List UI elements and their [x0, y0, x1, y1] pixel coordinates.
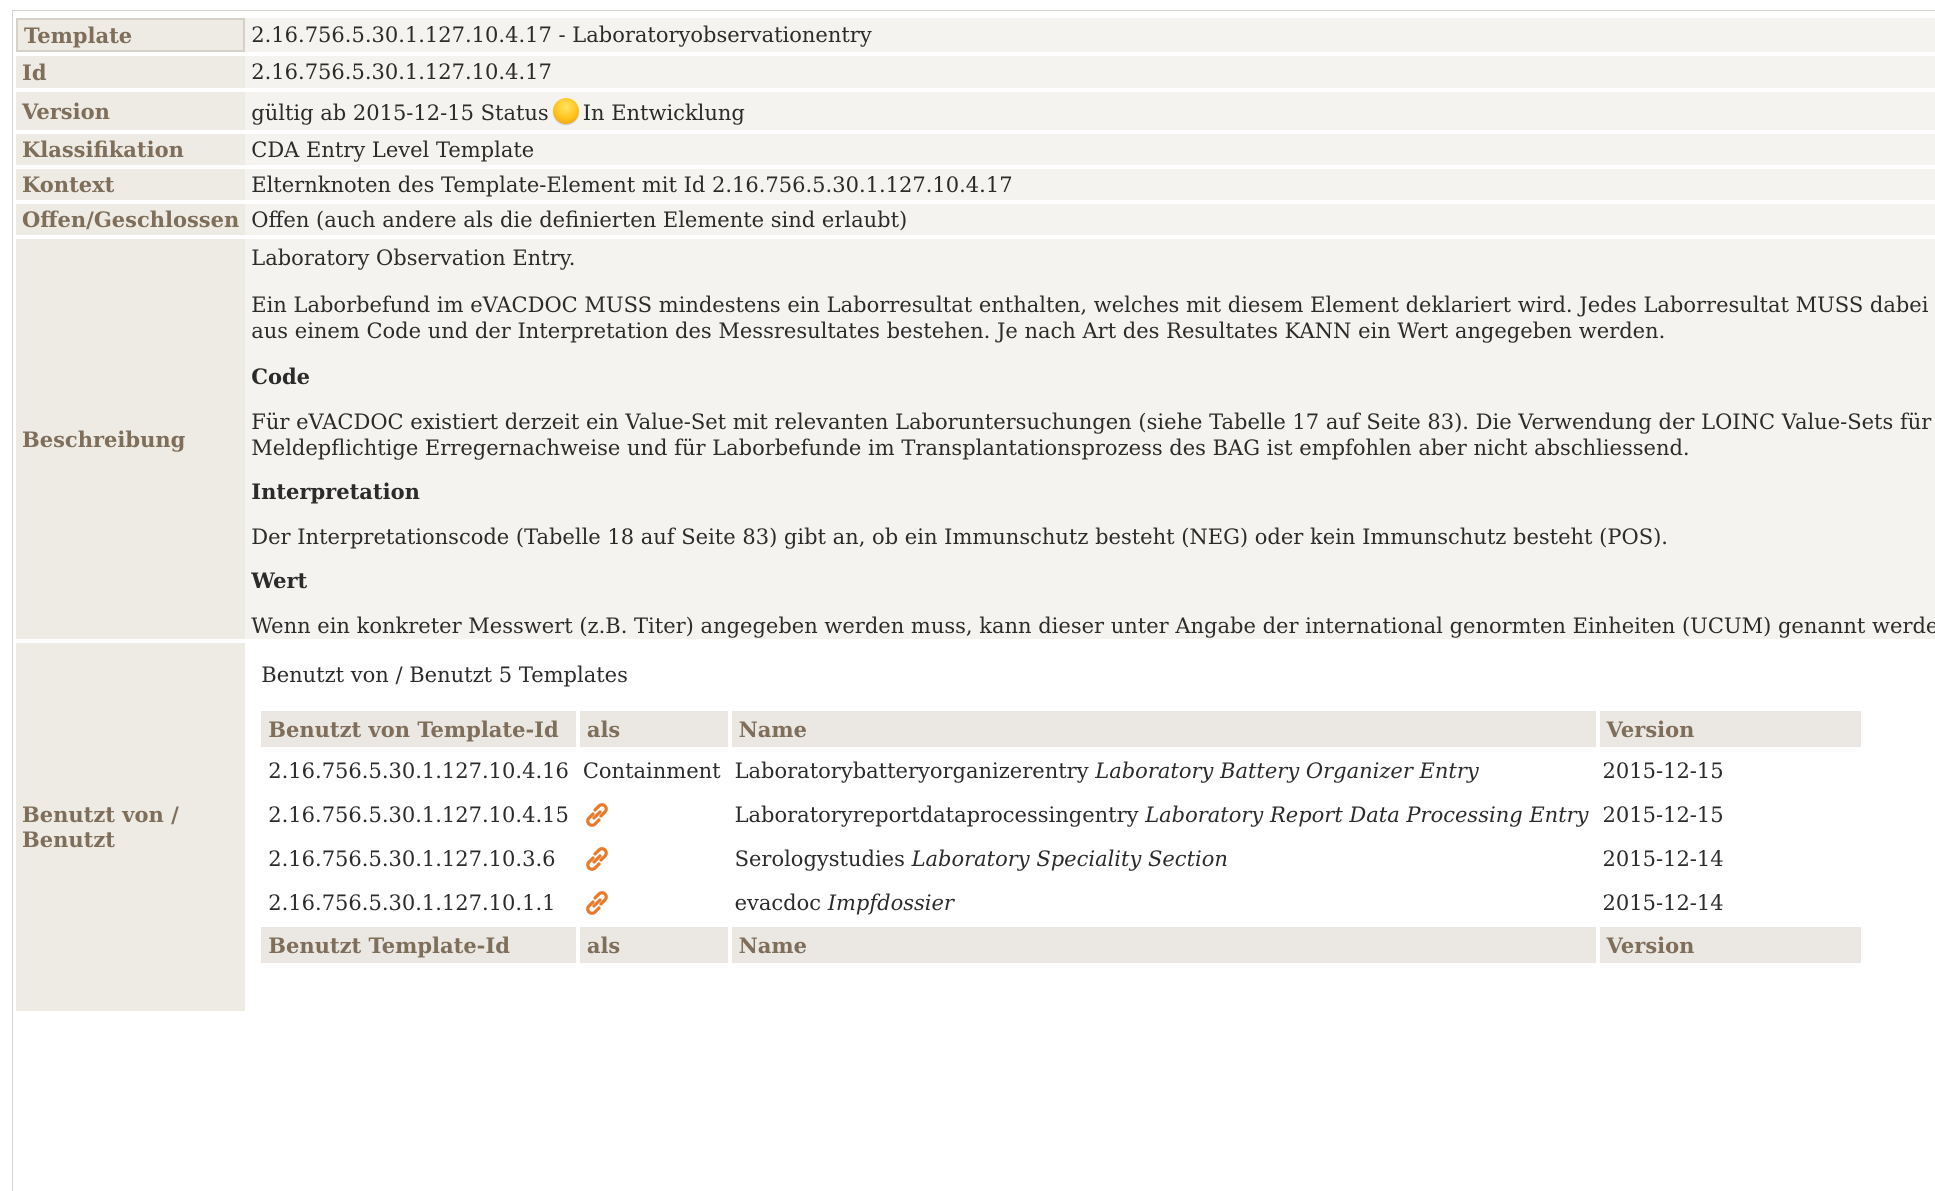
row-als[interactable]	[576, 883, 728, 923]
desc-interpretation: Der Interpretationscode (Tabelle 18 auf …	[251, 525, 1668, 549]
label-klassifikation: Klassifikation	[16, 134, 246, 165]
label-offen-geschlossen: Offen/Geschlossen	[16, 204, 246, 235]
label-id: Id	[16, 56, 246, 88]
header-version: Version	[1595, 927, 1862, 963]
value-version: gültig ab 2015-12-15 Status In Entwicklun…	[245, 92, 1935, 130]
row-name[interactable]: Laboratoryreportdataprocessingentry Labo…	[728, 795, 1596, 835]
usage-table: Benutzt von Template-Id als Name Version…	[261, 707, 1862, 967]
name-italic: Laboratory Report Data Processing Entry	[1145, 803, 1589, 827]
row-version: Version gültig ab 2015-12-15 Status In En…	[16, 92, 1935, 130]
row-version: 2015-12-14	[1602, 847, 1724, 871]
desc-paragraph: Ein Laborbefund im eVACDOC MUSS mindeste…	[251, 293, 1929, 343]
link-icon[interactable]	[583, 889, 611, 917]
value-offen-geschlossen: Offen (auch andere als die definierten E…	[245, 204, 1935, 235]
row-template-id: 2.16.756.5.30.1.127.10.4.16	[268, 759, 569, 783]
row-beschreibung: Beschreibung Laboratory Observation Entr…	[16, 239, 1935, 639]
header-als: als	[575, 927, 728, 963]
heading-code: Code	[251, 364, 311, 389]
row-template-id: 2.16.756.5.30.1.127.10.3.6	[268, 847, 556, 871]
row-template-id: 2.16.756.5.30.1.127.10.4.15	[268, 803, 569, 827]
table-row[interactable]: 2.16.756.5.30.1.127.10.4.15 Laboratoryre…	[261, 795, 1861, 835]
label-kontext: Kontext	[16, 169, 246, 200]
value-benutzt: Benutzt von / Benutzt 5 Templates Benutz…	[245, 643, 1935, 1011]
label-version: Version	[16, 92, 246, 130]
usage-header-uses: Benutzt Template-Id als Name Version	[261, 927, 1862, 963]
table-row[interactable]: 2.16.756.5.30.1.127.10.4.16 Containment …	[261, 751, 1861, 791]
name-text: Serologystudies	[734, 847, 905, 871]
row-offen: Offen/Geschlossen Offen (auch andere als…	[16, 204, 1935, 235]
row-klassifikation: Klassifikation CDA Entry Level Template	[16, 134, 1935, 165]
value-template: 2.16.756.5.30.1.127.10.4.17 - Laboratory…	[245, 18, 1935, 52]
table-row[interactable]: 2.16.756.5.30.1.127.10.3.6 Serologystudi…	[261, 839, 1861, 879]
row-version: 2015-12-15	[1602, 759, 1724, 783]
name-italic: Laboratory Speciality Section	[911, 847, 1228, 871]
template-details-table: Template 2.16.756.5.30.1.127.10.4.17 - L…	[16, 14, 1935, 1015]
row-als[interactable]	[576, 795, 728, 835]
header-als: als	[575, 711, 728, 747]
desc-intro: Laboratory Observation Entry.	[251, 246, 576, 270]
heading-wert: Wert	[251, 568, 308, 593]
label-beschreibung: Beschreibung	[16, 239, 246, 639]
row-name[interactable]: Laboratorybatteryorganizerentry Laborato…	[728, 751, 1596, 791]
name-text: evacdoc	[734, 891, 822, 915]
desc-code: Für eVACDOC existiert derzeit ein Value-…	[251, 410, 1932, 460]
header-name: Name	[727, 711, 1596, 747]
usage-header-used-by: Benutzt von Template-Id als Name Version	[261, 711, 1862, 747]
usage-title: Benutzt von / Benutzt 5 Templates	[261, 663, 628, 687]
table-row[interactable]: 2.16.756.5.30.1.127.10.1.1 evacdoc Impfd…	[261, 883, 1861, 923]
value-beschreibung: Laboratory Observation Entry. Ein Laborb…	[245, 239, 1935, 639]
link-icon[interactable]	[583, 801, 611, 829]
row-als: Containment	[582, 759, 721, 783]
value-kontext: Elternknoten des Template-Element mit Id…	[245, 169, 1935, 200]
name-italic: Laboratory Battery Organizer Entry	[1095, 759, 1479, 783]
value-id: 2.16.756.5.30.1.127.10.4.17	[245, 56, 1935, 88]
row-version: 2015-12-14	[1602, 891, 1724, 915]
heading-interpretation: Interpretation	[251, 479, 420, 504]
status-circle-icon	[552, 97, 579, 124]
row-name[interactable]: Serologystudies Laboratory Speciality Se…	[728, 839, 1596, 879]
label-template: Template	[16, 18, 246, 52]
row-version: 2015-12-15	[1602, 803, 1724, 827]
name-text: Laboratorybatteryorganizerentry	[734, 759, 1089, 783]
row-id: Id 2.16.756.5.30.1.127.10.4.17	[16, 56, 1935, 88]
version-prefix: gültig ab 2015-12-15 Status	[251, 100, 549, 125]
row-als[interactable]	[576, 839, 728, 879]
row-name[interactable]: evacdoc Impfdossier	[728, 883, 1596, 923]
row-template-id: 2.16.756.5.30.1.127.10.1.1	[268, 891, 556, 915]
name-italic: Impfdossier	[827, 891, 954, 915]
row-kontext: Kontext Elternknoten des Template-Elemen…	[16, 169, 1935, 200]
status-text: In Entwicklung	[582, 100, 745, 125]
row-benutzt: Benutzt von / Benutzt Benutzt von / Benu…	[16, 643, 1935, 1011]
name-text: Laboratoryreportdataprocessingentry	[734, 803, 1139, 827]
header-name: Name	[727, 927, 1596, 963]
header-template-id: Benutzt von Template-Id	[261, 711, 576, 747]
desc-wert: Wenn ein konkreter Messwert (z.B. Titer)…	[251, 614, 1935, 638]
row-template: Template 2.16.756.5.30.1.127.10.4.17 - L…	[16, 18, 1935, 52]
header-version: Version	[1595, 711, 1862, 747]
link-icon[interactable]	[583, 845, 611, 873]
value-klassifikation: CDA Entry Level Template	[245, 134, 1935, 165]
label-benutzt: Benutzt von / Benutzt	[16, 643, 246, 1011]
header-template-id: Benutzt Template-Id	[261, 927, 576, 963]
